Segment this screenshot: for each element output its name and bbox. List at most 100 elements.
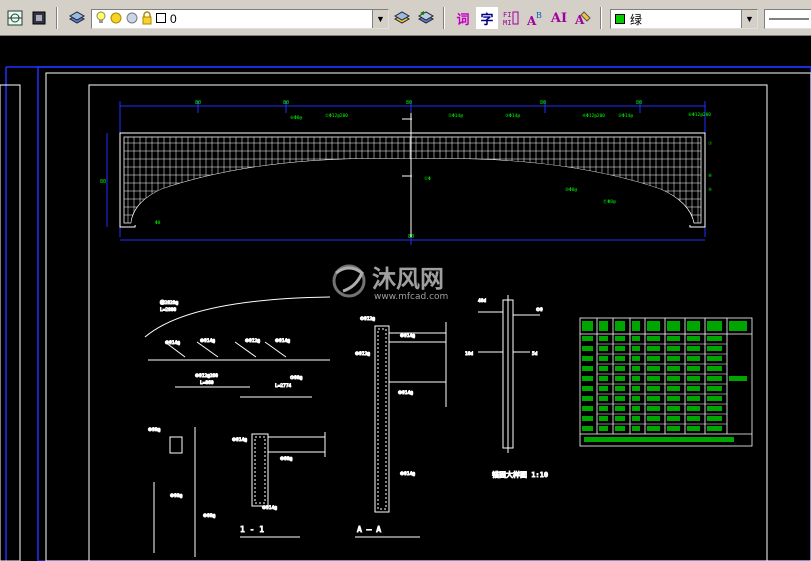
table-cell-text: [632, 416, 640, 421]
chevron-down-icon[interactable]: ▼: [372, 10, 388, 28]
table-cell-text: [667, 396, 680, 401]
table-cell-text: [707, 346, 722, 351]
svg-text:④Φ12@200: ④Φ12@200: [582, 113, 605, 119]
field-icon[interactable]: FI MI: [500, 7, 522, 29]
layer-combo[interactable]: 0 ▼: [91, 9, 389, 29]
table-cell-text: [632, 376, 640, 381]
svg-text:⑩Φ8@: ⑩Φ8@: [203, 513, 215, 519]
cad-application: 0 ▼ 词 字 FI MI AB AI A 绿 ▼ 80 80 80 80 80…: [0, 0, 811, 561]
svg-text:5d: 5d: [532, 351, 538, 357]
mtext-icon[interactable]: 字: [476, 7, 498, 29]
table-cell-text: [647, 346, 660, 351]
table-cell-text: [599, 406, 608, 411]
table-cell-text: [582, 376, 593, 381]
table-cell-text: [667, 416, 680, 421]
table-cell-text: [599, 416, 608, 421]
table-cell-text: [632, 396, 640, 401]
svg-text:①Φ12@200: ①Φ12@200: [325, 113, 348, 119]
table-cell-text: [615, 346, 625, 351]
table-cell-text: [615, 336, 625, 341]
table-cell-text: [615, 356, 625, 361]
svg-text:⑤Φ14@: ⑤Φ14@: [275, 338, 290, 344]
table-cell-text: [632, 406, 640, 411]
table-cell-text: [599, 386, 608, 391]
table-cell-text: [632, 321, 640, 331]
drawing-canvas[interactable]: 80 80 80 80 80 80 80 ⑥Φ8@ ①Φ12@200 ②Φ14@…: [0, 37, 811, 561]
svg-text:①Φ: ①Φ: [424, 176, 431, 182]
color-square-icon[interactable]: [156, 12, 166, 26]
table-cell-text: [687, 406, 700, 411]
svg-text:②Φ14@: ②Φ14@: [232, 437, 247, 443]
table-cell-text: [667, 426, 680, 431]
svg-text:⑥Φ12@: ⑥Φ12@: [355, 351, 370, 357]
svg-text:②Φ14@: ②Φ14@: [448, 113, 463, 119]
table-cell-text: [647, 336, 660, 341]
svg-text:⑤Φ14@: ⑤Φ14@: [400, 471, 415, 477]
svg-text:80: 80: [406, 100, 412, 106]
table-cell-text: [582, 346, 593, 351]
spell-check-icon[interactable]: AB: [524, 7, 546, 29]
table-cell-text: [647, 386, 660, 391]
svg-text:①Φ: ①Φ: [536, 307, 543, 313]
table-cell-text: [582, 396, 593, 401]
table-footer-text: [584, 437, 734, 442]
table-cell-text: [582, 366, 593, 371]
edit-text-icon[interactable]: A: [572, 7, 594, 29]
layer-manager-icon[interactable]: [4, 7, 26, 29]
table-cell-text: [647, 426, 660, 431]
svg-text:⑤Φ14@: ⑤Φ14@: [262, 505, 277, 511]
sun-icon[interactable]: [109, 11, 123, 28]
table-cell-text: [615, 406, 625, 411]
layer-states-icon[interactable]: [28, 7, 50, 29]
table-cell-text: [647, 406, 660, 411]
table-cell-text: [647, 376, 660, 381]
table-cell-text: [707, 376, 722, 381]
table-cell-text: [615, 416, 625, 421]
detail-title: 锚固大样图 1:10: [492, 470, 548, 479]
table-cell-text: [615, 426, 625, 431]
table-cell-text: [599, 366, 608, 371]
svg-text:80: 80: [283, 100, 289, 106]
table-cell-text: [647, 366, 660, 371]
table-cell-text: [582, 336, 593, 341]
svg-text:80: 80: [540, 100, 546, 106]
svg-text:80: 80: [195, 100, 201, 106]
table-cell-text: [582, 321, 593, 331]
make-current-icon[interactable]: [391, 7, 413, 29]
table-cell-text: [687, 346, 700, 351]
table-cell-text: [667, 386, 680, 391]
layer-name: 0: [170, 12, 177, 26]
linetype-preview: [769, 18, 809, 20]
table-cell-text: [582, 386, 593, 391]
svg-text:⑫2Φ20@: ⑫2Φ20@: [160, 299, 178, 306]
watermark-brand: 沐风网: [372, 265, 444, 293]
table-cell-text: [615, 366, 625, 371]
svg-text:⑨Φ8@: ⑨Φ8@: [170, 493, 182, 499]
table-cell-text: [687, 426, 700, 431]
toolbar: 0 ▼ 词 字 FI MI AB AI A 绿 ▼: [0, 0, 811, 36]
table-cell-text: [687, 416, 700, 421]
svg-text:B: B: [536, 11, 542, 20]
table-cell-text: [615, 386, 625, 391]
layer-toolbar: [66, 5, 90, 31]
freeze-icon[interactable]: [125, 11, 139, 28]
toolbar-left-group: [4, 5, 62, 31]
table-cell-text: [707, 416, 722, 421]
lock-icon[interactable]: [141, 10, 153, 28]
table-cell-text: [667, 406, 680, 411]
lightbulb-icon[interactable]: [95, 11, 107, 28]
chevron-down-icon[interactable]: ▼: [741, 10, 757, 28]
text-style-icon[interactable]: 词: [452, 7, 474, 29]
table-cell-text: [647, 356, 660, 361]
table-cell-text: [707, 406, 722, 411]
table-cell-text: [599, 376, 608, 381]
table-cell-text: [632, 356, 640, 361]
color-combo[interactable]: 绿 ▼: [610, 9, 758, 29]
table-cell-text: [729, 321, 747, 331]
layer-previous-icon[interactable]: [415, 7, 437, 29]
table-cell-text: [707, 396, 722, 401]
linetype-combo[interactable]: [764, 9, 811, 29]
layer-stack-icon[interactable]: [66, 7, 88, 29]
find-text-icon[interactable]: AI: [548, 7, 570, 29]
table-cell-text: [707, 366, 722, 371]
